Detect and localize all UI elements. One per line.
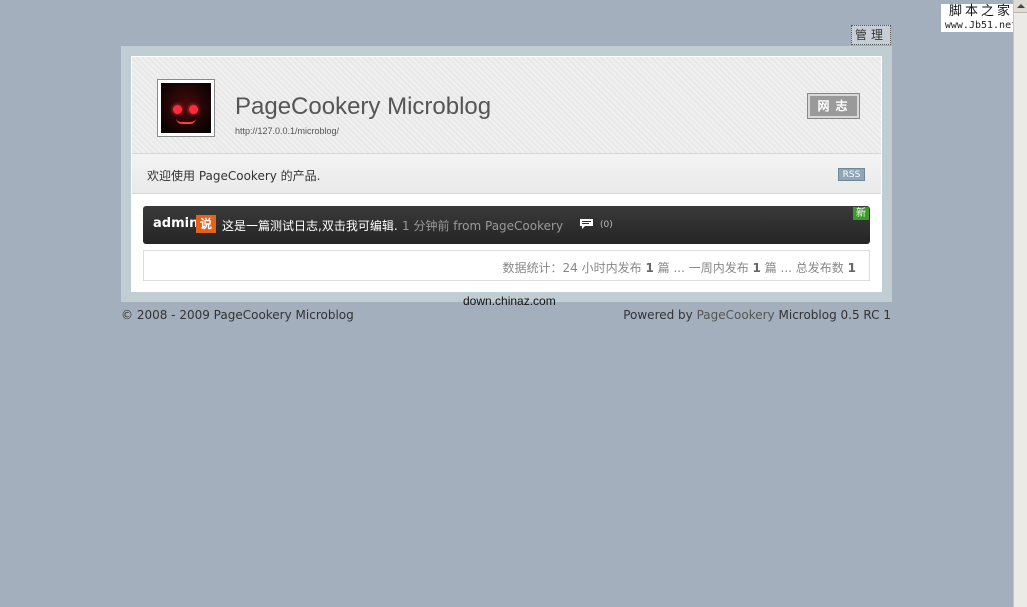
stats-prefix: 数据统计：24 小时内发布 — [502, 261, 642, 275]
welcome-text: 欢迎使用 PageCookery 的产品. — [147, 169, 321, 183]
welcome-bar: 欢迎使用 PageCookery 的产品. RSS — [132, 154, 881, 194]
powered-link[interactable]: PageCookery — [697, 308, 775, 322]
admin-link[interactable]: 管理 — [851, 25, 891, 45]
main-frame: PageCookery Microblog http://127.0.0.1/m… — [121, 46, 892, 302]
blog-header: PageCookery Microblog http://127.0.0.1/m… — [132, 57, 881, 154]
stats-unit-2: 篇 ... 总发布数 — [764, 261, 844, 275]
avatar-image — [161, 83, 211, 133]
post-body[interactable]: 这是一篇测试日志,双击我可编辑. — [222, 217, 398, 234]
footer-powered-by: Powered by PageCookery Microblog 0.5 RC … — [623, 308, 891, 322]
site-url: http://127.0.0.1/microblog/ — [235, 126, 340, 136]
powered-suffix: Microblog 0.5 RC 1 — [778, 308, 892, 322]
post-meta: 1 分钟前 from PageCookery — [402, 219, 564, 233]
comment-count[interactable]: (0) — [600, 220, 613, 230]
stats-bar: 数据统计：24 小时内发布 1 篇 ... 一周内发布 1 篇 ... 总发布数… — [143, 250, 870, 281]
avatar[interactable] — [157, 79, 215, 137]
powered-prefix: Powered by — [623, 308, 693, 322]
site-title[interactable]: PageCookery Microblog — [235, 93, 491, 121]
avatar-mouth — [176, 118, 196, 124]
post-author[interactable]: admin — [153, 216, 198, 231]
watermark-url: www.Jb51.net — [944, 19, 1018, 31]
stats-text: 数据统计：24 小时内发布 1 篇 ... 一周内发布 1 篇 ... 总发布数… — [503, 259, 856, 276]
stats-day-count: 1 — [645, 261, 654, 275]
comment-icon[interactable] — [579, 218, 594, 230]
scroll-up-arrow-icon[interactable] — [1014, 0, 1027, 13]
post-item[interactable]: admin 说 这是一篇测试日志,双击我可编辑. 1 分钟前 from Page… — [143, 206, 870, 244]
stats-total-count: 1 — [847, 261, 856, 275]
footer-copyright: © 2008 - 2009 PageCookery Microblog — [121, 308, 354, 322]
say-badge: 说 — [196, 215, 216, 233]
watermark-text: 脚本之家 — [948, 4, 1013, 19]
blog-nav-button[interactable]: 网志 — [807, 93, 860, 119]
content-panel: PageCookery Microblog http://127.0.0.1/m… — [131, 56, 882, 292]
avatar-eye-right — [189, 105, 198, 114]
stats-unit-1: 篇 ... 一周内发布 — [657, 261, 749, 275]
watermark-logo: 脚本之家 www.Jb51.net — [941, 4, 1021, 32]
center-watermark: down.chinaz.com — [463, 294, 556, 308]
stats-week-count: 1 — [752, 261, 761, 275]
avatar-eye-left — [173, 105, 182, 114]
vertical-scrollbar[interactable] — [1013, 0, 1027, 607]
rss-button[interactable]: RSS — [838, 168, 865, 181]
new-badge: 新 — [853, 207, 869, 220]
